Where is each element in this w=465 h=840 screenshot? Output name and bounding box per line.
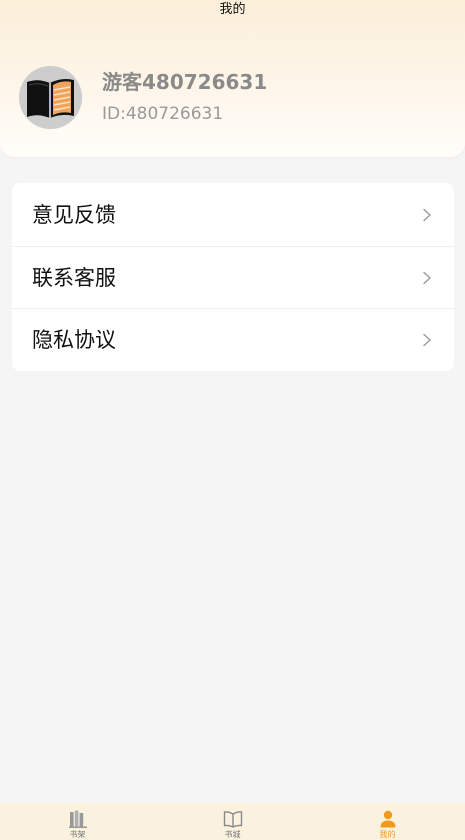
book-avatar-icon: [19, 66, 82, 129]
tab-bookshelf[interactable]: 书架: [0, 803, 155, 840]
bookshelf-icon: [68, 810, 87, 828]
tab-label: 我的: [379, 830, 396, 839]
menu-item-label: 联系客服: [32, 265, 116, 290]
menu-item-feedback[interactable]: 意见反馈: [12, 183, 454, 246]
avatar[interactable]: [19, 66, 82, 129]
open-book-icon: [223, 811, 242, 828]
menu-item-label: 隐私协议: [32, 327, 116, 352]
bottom-tab-bar: 书架 书城 我的: [0, 803, 465, 840]
username: 游客480726631: [102, 70, 268, 94]
page-title: 我的: [219, 2, 246, 17]
chevron-right-icon: [423, 271, 431, 284]
my-page: 我的 游客480726631 ID:480726631 意见反馈 联系客服 隐私…: [0, 0, 465, 840]
tab-bookstore[interactable]: 书城: [155, 803, 310, 840]
person-icon: [380, 810, 395, 828]
tab-label: 书城: [224, 830, 241, 839]
tab-mine[interactable]: 我的: [310, 803, 465, 840]
profile-card: 我的 游客480726631 ID:480726631: [0, 0, 465, 157]
menu-item-label: 意见反馈: [32, 202, 116, 227]
chevron-right-icon: [423, 333, 431, 346]
tab-label: 书架: [69, 830, 86, 839]
chevron-right-icon: [423, 208, 431, 221]
user-id: ID:480726631: [102, 104, 224, 124]
menu-item-privacy-policy[interactable]: 隐私协议: [12, 308, 454, 370]
settings-menu: 意见反馈 联系客服 隐私协议: [12, 183, 454, 371]
menu-item-customer-service[interactable]: 联系客服: [12, 246, 454, 308]
